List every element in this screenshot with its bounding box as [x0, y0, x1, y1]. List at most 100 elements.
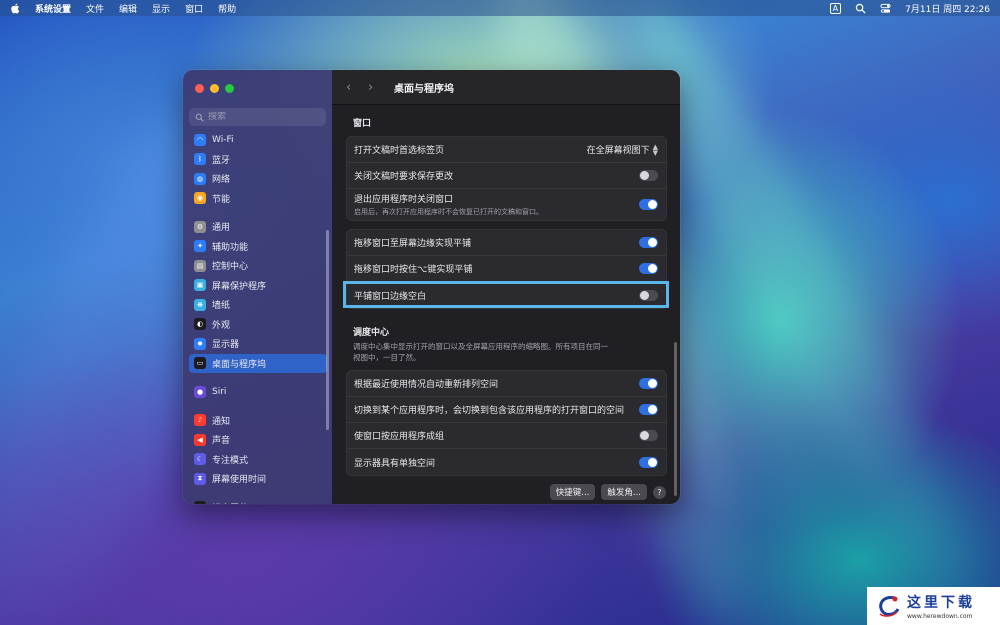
sidebar-item[interactable]: ▭ 桌面与程序坞	[189, 353, 327, 373]
switch-to-space-toggle[interactable]	[639, 404, 658, 415]
tiling-group: 拖移窗口至屏幕边缘实现平铺 拖移窗口时按住⌥键实现平铺 平铺窗口边缘空白	[346, 229, 667, 309]
window-controls	[195, 84, 234, 93]
sidebar-item-label: 外观	[212, 320, 231, 331]
sidebar-item[interactable]: ᛒ 蓝牙	[189, 150, 327, 170]
control-center-icon[interactable]	[880, 3, 891, 14]
sidebar-item[interactable]: ✹ 显示器	[189, 334, 327, 354]
prefer-tabs-select[interactable]: 在全屏幕视图下 ▲ ▼	[587, 143, 658, 156]
sidebar-search[interactable]	[189, 108, 326, 126]
sidebar-item[interactable]: ◉ 节能	[189, 189, 327, 209]
group-by-app-toggle[interactable]	[639, 430, 658, 441]
zoom-window-button[interactable]	[225, 84, 234, 93]
lock-icon: ⬚	[194, 501, 206, 504]
tiled-margins-toggle[interactable]	[639, 289, 658, 301]
sidebar-item[interactable]: ❋ 墙纸	[189, 295, 327, 315]
search-input[interactable]	[208, 112, 318, 122]
footer-buttons: 快捷键... 触发角... ?	[549, 484, 666, 500]
setting-row-option-drag-tile: 拖移窗口时按住⌥键实现平铺	[347, 256, 666, 282]
menu-file[interactable]: 文件	[86, 2, 104, 15]
option-drag-tile-toggle[interactable]	[639, 263, 658, 274]
watermark-url: www.herewdown.com	[907, 613, 973, 620]
setting-label: 打开文稿时首选标签页	[354, 146, 445, 156]
sidebar-item[interactable]: ◀ 声音	[189, 430, 327, 450]
sidebar: ◠ Wi-Fi ᛒ 蓝牙 ◍ 网络 ◉ 节能 ⚙ 通用 ✦ 辅助功能 ▤ 控制中心 ▣ 屏幕保护程序 ❋ 墙纸 ◐ 外…	[183, 70, 332, 504]
mission-control-group: 根据最近使用情况自动重新排列空间 切换到某个应用程序时，会切换到包含该应用程序的…	[346, 370, 667, 476]
watermark-logo-icon	[879, 595, 900, 617]
menu-view[interactable]: 显示	[152, 2, 170, 15]
setting-description: 启用后，再次打开应用程序时不会恢复已打开的文稿和窗口。	[354, 208, 543, 216]
section-title-mission-control: 调度中心	[353, 328, 390, 338]
sidebar-item[interactable]: ● Siri	[189, 382, 327, 402]
sidebar-item[interactable]: ⧗ 屏幕使用时间	[189, 469, 327, 489]
setting-label: 切换到某个应用程序时，会切换到包含该应用程序的打开窗口的空间	[354, 406, 625, 416]
setting-label: 退出应用程序时关闭窗口	[354, 195, 454, 205]
sidebar-item-label: 节能	[212, 194, 231, 205]
sidebar-item[interactable]: ◠ Wi-Fi	[189, 130, 327, 150]
shortcuts-button[interactable]: 快捷键...	[549, 484, 596, 500]
setting-label: 关闭文稿时要求保存更改	[354, 172, 454, 182]
sidebar-item-label: 通知	[212, 416, 231, 427]
forward-button[interactable]: ›	[368, 80, 378, 95]
page-title: 桌面与程序坞	[394, 83, 454, 95]
apple-icon[interactable]	[10, 2, 20, 14]
hourglass-icon: ⧗	[194, 472, 206, 485]
gear-icon: ⚙	[194, 220, 206, 233]
minimize-window-button[interactable]	[210, 84, 219, 93]
sidebar-scrollbar[interactable]	[326, 230, 329, 430]
watermark-title: 这里下载	[907, 595, 975, 611]
close-window-button[interactable]	[195, 84, 204, 93]
auto-rearrange-spaces-toggle[interactable]	[639, 378, 658, 389]
sidebar-item[interactable]: ◍ 网络	[189, 169, 327, 189]
watermark: 这里下载 www.herewdown.com	[867, 587, 1000, 625]
wallpaper-icon: ❋	[194, 298, 206, 311]
settings-window: ◠ Wi-Fi ᛒ 蓝牙 ◍ 网络 ◉ 节能 ⚙ 通用 ✦ 辅助功能 ▤ 控制中心 ▣ 屏幕保护程序 ❋ 墙纸 ◐ 外…	[183, 70, 680, 504]
help-button[interactable]: ?	[653, 485, 666, 499]
sidebar-item[interactable]: ♪ 通知	[189, 411, 327, 431]
setting-row-prefer-tabs: 打开文稿时首选标签页 在全屏幕视图下 ▲ ▼	[347, 137, 666, 163]
control-center-icon: ▤	[194, 259, 206, 272]
setting-label: 平铺窗口边缘空白	[354, 291, 427, 302]
spotlight-search-icon[interactable]	[855, 3, 866, 14]
sidebar-item[interactable]: ☾ 专注模式	[189, 450, 327, 470]
menu-clock[interactable]: 7月11日 周四 22:26	[905, 2, 990, 15]
setting-row-drag-to-edge-tile: 拖移窗口至屏幕边缘实现平铺	[347, 230, 666, 256]
sidebar-item[interactable]: ▣ 屏幕保护程序	[189, 276, 327, 296]
sidebar-item[interactable]: ⚙ 通用	[189, 217, 327, 237]
sidebar-item-label: 墙纸	[212, 301, 231, 312]
content-scrollbar[interactable]	[674, 342, 677, 496]
setting-label: 拖移窗口至屏幕边缘实现平铺	[354, 239, 472, 249]
back-button[interactable]: ‹	[346, 80, 356, 95]
appearance-icon: ◐	[194, 318, 206, 331]
siri-icon: ●	[194, 385, 206, 398]
main-pane: ‹ › 桌面与程序坞 窗口 打开文稿时首选标签页 在全屏幕视图下 ▲ ▼ 关闭文稿…	[332, 70, 680, 504]
ask-keep-changes-toggle[interactable]	[639, 170, 658, 181]
sidebar-item[interactable]: ◐ 外观	[189, 315, 327, 335]
globe-icon: ◍	[194, 172, 206, 185]
setting-row-group-by-app: 使窗口按应用程序成组	[347, 423, 666, 449]
search-icon	[195, 113, 204, 122]
hot-corners-button[interactable]: 触发角...	[601, 484, 647, 500]
menu-app-name[interactable]: 系统设置	[35, 2, 71, 15]
input-method-indicator[interactable]: A	[829, 2, 842, 14]
menu-help[interactable]: 帮助	[218, 2, 236, 15]
setting-row-separate-spaces: 显示器具有单独空间	[347, 449, 666, 475]
sidebar-item-label: Siri	[212, 386, 227, 397]
sidebar-item[interactable]: ▤ 控制中心	[189, 256, 327, 276]
sidebar-item-label: 桌面与程序坞	[212, 359, 267, 370]
drag-to-edge-tile-toggle[interactable]	[639, 237, 658, 248]
sidebar-item-label: 专注模式	[212, 455, 249, 466]
menu-edit[interactable]: 编辑	[119, 2, 137, 15]
accessibility-icon: ✦	[194, 240, 206, 253]
sidebar-item[interactable]: ⬚ 锁定屏幕	[189, 498, 327, 504]
lightbulb-icon: ◉	[194, 192, 206, 205]
menu-window[interactable]: 窗口	[185, 2, 203, 15]
sidebar-item[interactable]: ✦ 辅助功能	[189, 237, 327, 257]
setting-label: 拖移窗口时按住⌥键实现平铺	[354, 265, 473, 275]
section-description: 调度中心集中显示打开的窗口以及全屏幕应用程序的缩略图。所有项目在同一视图中，一目…	[353, 342, 608, 362]
display-icon: ✹	[194, 337, 206, 350]
separate-spaces-toggle[interactable]	[639, 456, 658, 468]
windows-group: 打开文稿时首选标签页 在全屏幕视图下 ▲ ▼ 关闭文稿时要求保存更改 退出应用程序…	[346, 136, 667, 221]
settings-content: 窗口 打开文稿时首选标签页 在全屏幕视图下 ▲ ▼ 关闭文稿时要求保存更改 退出…	[332, 106, 680, 504]
setting-label: 根据最近使用情况自动重新排列空间	[354, 380, 499, 390]
close-windows-on-quit-toggle[interactable]	[639, 199, 658, 210]
